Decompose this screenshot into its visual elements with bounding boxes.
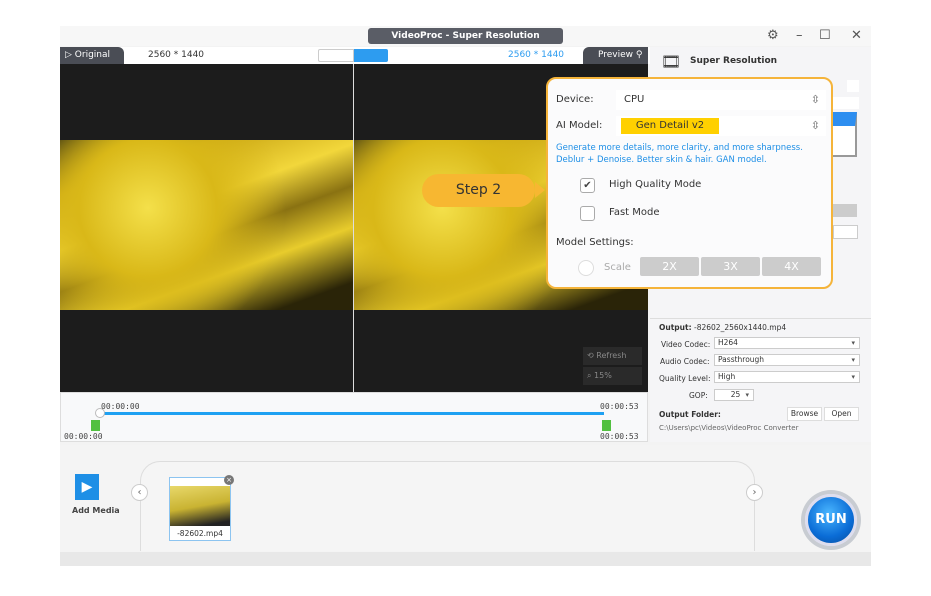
video-codec-label: Video Codec:	[661, 340, 711, 349]
playhead-handle[interactable]	[95, 408, 105, 418]
ai-model-value: Gen Detail v2	[621, 118, 719, 134]
zoom-icon: ⌕	[587, 371, 592, 380]
device-label: Device:	[556, 94, 594, 105]
preview-resolution: 2560 * 1440	[508, 50, 565, 60]
refresh-button[interactable]: ⟲ Refresh	[583, 347, 642, 365]
list-box[interactable]	[833, 112, 857, 157]
media-filename: -82602.mp4	[177, 529, 223, 538]
timeline	[60, 392, 648, 442]
preview-label: Preview	[598, 50, 634, 60]
run-button[interactable]: RUN	[805, 494, 857, 546]
thumbnail-image	[170, 486, 230, 526]
ai-model-select[interactable]: Gen Detail v2	[616, 116, 826, 136]
output-filename: -82602_2560x1440.mp4	[694, 323, 787, 332]
video-codec-select[interactable]: H264	[714, 337, 860, 349]
model-settings-label: Model Settings:	[556, 237, 634, 248]
preview-tab[interactable]: Preview ⚲	[583, 47, 648, 64]
trim-start-time: 00:00:00	[101, 402, 140, 411]
search-icon: ⚲	[635, 50, 643, 60]
high-quality-label: High Quality Mode	[609, 179, 702, 190]
callout-arrow	[535, 182, 545, 198]
split-view-toggle[interactable]	[354, 49, 388, 62]
original-resolution: 2560 * 1440	[148, 50, 205, 60]
video-end-time: 00:00:53	[600, 432, 639, 441]
quality-level-label: Quality Level:	[659, 374, 711, 383]
remove-media-icon[interactable]: ×	[224, 475, 234, 485]
high-quality-checkbox[interactable]: ✔	[580, 178, 595, 193]
single-view-toggle[interactable]	[318, 49, 354, 62]
scale-label: Scale	[604, 262, 631, 273]
fast-mode-checkbox[interactable]	[580, 206, 595, 221]
select-arrow-icon[interactable]	[847, 80, 859, 92]
select-arrow-icon[interactable]	[833, 97, 859, 109]
gear-icon[interactable]: ⚙	[767, 28, 779, 44]
media-tray	[140, 461, 755, 551]
select-arrow-icon[interactable]	[833, 225, 858, 239]
refresh-icon: ⟲	[587, 351, 594, 360]
minimize-button[interactable]: –	[796, 28, 803, 44]
quality-level-select[interactable]: High	[714, 371, 860, 383]
scroll-left-button[interactable]: ‹	[131, 484, 148, 501]
step-callout: Step 2	[422, 174, 535, 207]
ai-model-label: AI Model:	[556, 120, 603, 131]
media-thumbnail[interactable]: -82602.mp4	[169, 477, 231, 541]
trim-start-handle[interactable]	[91, 420, 100, 431]
maximize-button[interactable]: ☐	[819, 28, 831, 44]
film-reel-icon: 🎞	[661, 52, 682, 71]
status-strip	[60, 552, 871, 566]
scale-radio[interactable]	[578, 260, 594, 276]
zoom-button[interactable]: ⌕ 15%	[583, 367, 642, 385]
fast-mode-label: Fast Mode	[609, 207, 660, 218]
open-button[interactable]: Open	[824, 407, 859, 421]
trim-end-handle[interactable]	[602, 420, 611, 431]
model-description: Generate more details, more clarity, and…	[556, 143, 803, 165]
scale-3x-button[interactable]: 3X	[701, 257, 760, 276]
device-select[interactable]: CPU	[616, 90, 826, 110]
video-start-time: 00:00:00	[64, 432, 103, 441]
gop-label: GOP:	[689, 391, 708, 400]
scroll-right-button[interactable]: ›	[746, 484, 763, 501]
add-media-icon[interactable]: ▶	[75, 474, 99, 500]
audio-codec-label: Audio Codec:	[660, 357, 710, 366]
trim-end-time: 00:00:53	[600, 402, 639, 411]
window-title: VideoProc - Super Resolution	[368, 28, 563, 44]
add-media-label[interactable]: Add Media	[72, 506, 120, 515]
scale-button[interactable]	[833, 204, 857, 217]
audio-codec-select[interactable]: Passthrough	[714, 354, 860, 366]
output-label: Output:	[659, 323, 692, 332]
divider	[650, 318, 871, 319]
browse-button[interactable]: Browse	[787, 407, 822, 421]
zoom-label: 15%	[594, 371, 612, 380]
scale-4x-button[interactable]: 4X	[762, 257, 821, 276]
gop-input[interactable]: 25	[714, 389, 754, 401]
panel-title: Super Resolution	[690, 56, 778, 66]
original-tab[interactable]: ▷ Original	[60, 47, 124, 64]
output-folder-label: Output Folder:	[659, 410, 721, 419]
original-frame	[60, 140, 353, 310]
split-divider[interactable]	[353, 64, 354, 392]
timeline-progress[interactable]	[100, 412, 604, 415]
refresh-label: Refresh	[596, 351, 627, 360]
original-label: Original	[74, 50, 111, 60]
output-folder-path: C:\Users\pc\Videos\VideoProc Converter	[659, 424, 799, 432]
scale-2x-button[interactable]: 2X	[640, 257, 699, 276]
close-button[interactable]: ✕	[851, 28, 862, 44]
